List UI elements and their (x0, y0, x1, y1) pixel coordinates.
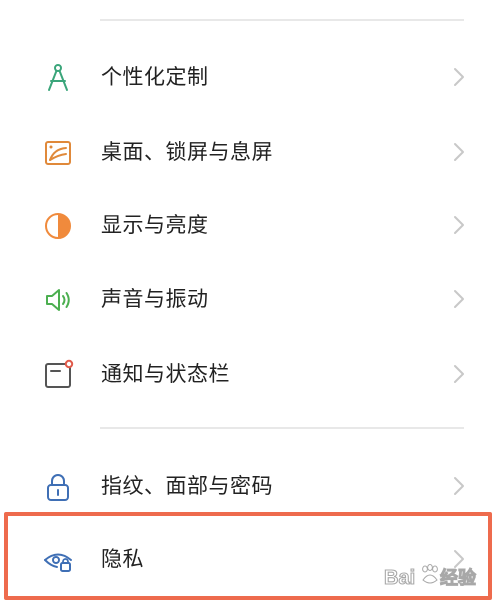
settings-item-sound-vibration[interactable]: 声音与振动 (0, 262, 500, 336)
settings-item-desktop-lockscreen[interactable]: 桌面、锁屏与息屏 (0, 115, 500, 189)
settings-item-label: 桌面、锁屏与息屏 (101, 140, 273, 164)
settings-item-label: 通知与状态栏 (101, 362, 230, 386)
chevron-right-icon (450, 66, 468, 88)
settings-item-personalization[interactable]: 个性化定制 (0, 40, 500, 114)
section-divider (100, 427, 464, 429)
svg-text:Bai: Bai (384, 567, 415, 589)
settings-item-label: 个性化定制 (101, 65, 209, 89)
wallpaper-icon (42, 137, 74, 169)
brightness-icon (42, 210, 74, 242)
chevron-right-icon (450, 214, 468, 236)
chevron-right-icon (450, 288, 468, 310)
settings-item-label: 显示与亮度 (101, 213, 209, 237)
speaker-icon (42, 284, 74, 316)
chevron-right-icon (450, 475, 468, 497)
lock-icon (42, 471, 74, 503)
compass-icon (42, 62, 74, 94)
chevron-right-icon (450, 141, 468, 163)
svg-text:经验: 经验 (440, 567, 477, 588)
settings-item-notifications-statusbar[interactable]: 通知与状态栏 (0, 337, 500, 411)
chevron-right-icon (450, 363, 468, 385)
notification-icon (42, 359, 74, 391)
settings-item-display-brightness[interactable]: 显示与亮度 (0, 188, 500, 262)
settings-item-label: 声音与振动 (101, 287, 209, 311)
baidu-jingyan-watermark-logo: Bai 经验 (382, 556, 494, 596)
top-divider (100, 19, 464, 21)
